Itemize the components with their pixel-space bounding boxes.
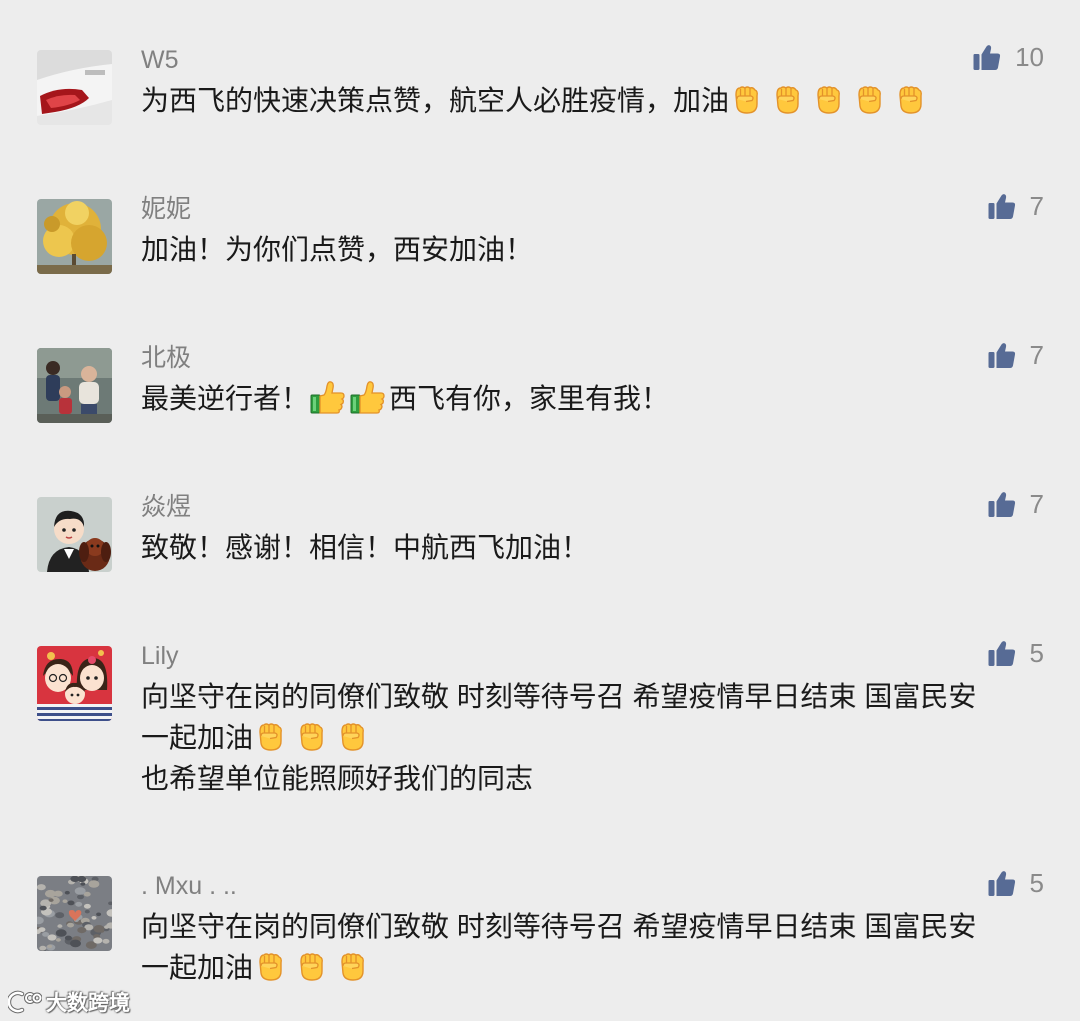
comment-text: 最美逆行者！ 西飞有你，家里有我！ xyxy=(141,378,669,422)
watermark-text: 大数跨境 xyxy=(46,991,130,1015)
like-button[interactable]: 5 xyxy=(988,869,1044,897)
user-avatar[interactable] xyxy=(37,50,112,125)
watermark: 大数跨境 xyxy=(8,988,130,1016)
thumbs-up-icon xyxy=(988,639,1016,667)
thumbs-up-icon xyxy=(988,869,1016,897)
thumbs-up-emoji xyxy=(309,378,347,416)
comment-text-segment: 向坚守在岗的同僚们致敬 时刻等待号召 希望疫情早日结束 国富民安 xyxy=(141,911,977,942)
comment-text-segment: 西飞有你，家里有我！ xyxy=(389,383,670,414)
thumbs-up-icon xyxy=(973,43,1001,71)
comment-text-segment: 一起加油 xyxy=(141,952,254,983)
comment-content: W5 为西飞的快速决策点赞，航空人必胜疫情，加油 xyxy=(141,46,934,124)
like-count: 7 xyxy=(1029,340,1044,370)
comment-content: Lily 向坚守在岗的同僚们致敬 时刻等待号召 希望疫情早日结束 国富民安 一起加油… xyxy=(141,642,976,802)
raised-fist-emoji xyxy=(335,949,369,983)
comment-text-segment: 致敬！感谢！相信！中航西飞加油！ xyxy=(141,532,590,563)
like-button[interactable]: 5 xyxy=(988,639,1044,667)
like-count: 7 xyxy=(1029,489,1044,519)
thumbs-up-icon xyxy=(988,192,1016,220)
thumbs-up-icon xyxy=(988,341,1016,369)
like-button[interactable]: 7 xyxy=(988,341,1044,369)
user-avatar[interactable] xyxy=(37,497,112,572)
comment-text-segment: 一起加油 xyxy=(141,722,254,753)
thumbs-up-emoji xyxy=(349,378,387,416)
comment-line: 致敬！感谢！相信！中航西飞加油！ xyxy=(141,527,589,568)
like-count: 5 xyxy=(1029,868,1044,898)
raised-fist-emoji xyxy=(294,949,328,983)
commenter-name[interactable]: Lily xyxy=(141,640,976,672)
raised-fist-emoji xyxy=(253,719,287,753)
comment-content: 焱煜致敬！感谢！相信！中航西飞加油！ xyxy=(141,493,589,571)
raised-fist-emoji xyxy=(770,82,804,116)
comment-line: 一起加油 xyxy=(141,947,976,988)
comment-text-segment: 加油！为你们点赞，西安加油！ xyxy=(141,234,534,265)
raised-fist-emoji xyxy=(294,719,328,753)
comment-content: . Mxu . .. 向坚守在岗的同僚们致敬 时刻等待号召 希望疫情早日结束 国富… xyxy=(141,872,976,991)
like-button[interactable]: 10 xyxy=(973,43,1044,71)
comment-item: W5 为西飞的快速决策点赞，航空人必胜疫情，加油 10 xyxy=(0,43,1080,125)
commenter-name[interactable]: 妮妮 xyxy=(141,193,533,225)
commenter-name[interactable]: W5 xyxy=(141,44,934,76)
comment-line: 加油！为你们点赞，西安加油！ xyxy=(141,229,533,270)
raised-fist-emoji xyxy=(893,82,927,116)
comment-content: 妮妮加油！为你们点赞，西安加油！ xyxy=(141,195,533,273)
comment-content: 北极最美逆行者！ 西飞有你，家里有我！ xyxy=(141,344,669,422)
comment-item: 焱煜致敬！感谢！相信！中航西飞加油！ 7 xyxy=(0,490,1080,572)
comment-text: 致敬！感谢！相信！中航西飞加油！ xyxy=(141,527,589,571)
comment-line: 向坚守在岗的同僚们致敬 时刻等待号召 希望疫情早日结束 国富民安 xyxy=(141,906,976,947)
user-avatar[interactable] xyxy=(37,199,112,274)
like-count: 5 xyxy=(1029,638,1044,668)
raised-fist-emoji xyxy=(811,82,845,116)
comment-text-segment: 为西飞的快速决策点赞，航空人必胜疫情，加油 xyxy=(141,85,730,116)
raised-fist-emoji xyxy=(729,82,763,116)
thumbs-up-icon xyxy=(988,490,1016,518)
comment-item: . Mxu . .. 向坚守在岗的同僚们致敬 时刻等待号召 希望疫情早日结束 国富… xyxy=(0,869,1080,991)
comment-line: 也希望单位能照顾好我们的同志 xyxy=(141,758,976,799)
commenter-name[interactable]: 北极 xyxy=(141,342,669,374)
comment-text-segment: 也希望单位能照顾好我们的同志 xyxy=(141,763,534,794)
comment-text-segment: 最美逆行者！ xyxy=(141,383,310,414)
like-button[interactable]: 7 xyxy=(988,192,1044,220)
commenter-name[interactable]: . Mxu . .. xyxy=(141,870,976,902)
comment-text: 为西飞的快速决策点赞，航空人必胜疫情，加油 xyxy=(141,80,934,124)
comment-text: 加油！为你们点赞，西安加油！ xyxy=(141,229,533,273)
comment-line: 最美逆行者！ 西飞有你，家里有我！ xyxy=(141,378,669,419)
comment-line: 向坚守在岗的同僚们致敬 时刻等待号召 希望疫情早日结束 国富民安 xyxy=(141,676,976,717)
raised-fist-emoji xyxy=(253,949,287,983)
comment-item: Lily 向坚守在岗的同僚们致敬 时刻等待号召 希望疫情早日结束 国富民安 一起加油… xyxy=(0,639,1080,802)
comment-list: W5 为西飞的快速决策点赞，航空人必胜疫情，加油 10 妮妮加油！为你们点赞，西安加油… xyxy=(0,43,1080,991)
like-count: 7 xyxy=(1029,191,1044,221)
raised-fist-emoji xyxy=(852,82,886,116)
user-avatar[interactable] xyxy=(37,348,112,423)
comment-item: 妮妮加油！为你们点赞，西安加油！ 7 xyxy=(0,192,1080,274)
comment-line: 为西飞的快速决策点赞，航空人必胜疫情，加油 xyxy=(141,80,934,121)
comment-line: 一起加油 xyxy=(141,717,976,758)
user-avatar[interactable] xyxy=(37,876,112,951)
comment-text: 向坚守在岗的同僚们致敬 时刻等待号召 希望疫情早日结束 国富民安 一起加油也希望单… xyxy=(141,676,976,802)
watermark-logo-icon xyxy=(8,989,42,1015)
like-count: 10 xyxy=(1015,42,1044,72)
commenter-name[interactable]: 焱煜 xyxy=(141,491,589,523)
comment-item: 北极最美逆行者！ 西飞有你，家里有我！ 7 xyxy=(0,341,1080,423)
raised-fist-emoji xyxy=(335,719,369,753)
comment-text-segment: 向坚守在岗的同僚们致敬 时刻等待号召 希望疫情早日结束 国富民安 xyxy=(141,681,977,712)
comment-text: 向坚守在岗的同僚们致敬 时刻等待号召 希望疫情早日结束 国富民安 一起加油 xyxy=(141,906,976,991)
like-button[interactable]: 7 xyxy=(988,490,1044,518)
user-avatar[interactable] xyxy=(37,646,112,721)
